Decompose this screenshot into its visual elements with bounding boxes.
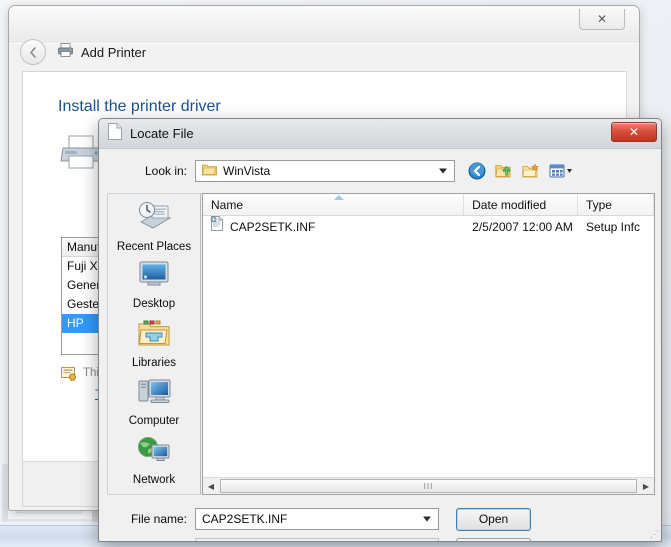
files-of-type-row: Files of type: Setup Information (*.inf)…: [99, 537, 531, 541]
file-name-label: File name:: [130, 512, 187, 526]
file-list-row[interactable]: CAP2SETK.INF 2/5/2007 12:00 AM Setup Inf…: [203, 216, 654, 238]
places-item-label: Recent Places: [116, 241, 192, 253]
scroll-right-button[interactable]: ▶: [638, 479, 654, 494]
add-printer-close-button[interactable]: ✕: [579, 9, 625, 30]
sort-ascending-icon: [334, 195, 344, 200]
locate-file-dialog: Locate File ✕ Look in: WinVista Recent P…: [98, 118, 662, 542]
file-date-cell: 2/5/2007 12:00 AM: [472, 220, 573, 234]
places-bar: Recent Places Desktop Libraries Computer…: [107, 193, 201, 495]
cancel-button[interactable]: Cancel: [456, 537, 531, 541]
computer-icon: [136, 376, 172, 413]
look-in-label: Look in:: [144, 164, 187, 178]
places-item-label: Desktop: [132, 297, 176, 310]
file-name-row: File name: CAP2SETK.INF Open: [99, 507, 531, 531]
places-item-network[interactable]: Network: [109, 435, 199, 492]
locate-file-title: Locate File: [130, 126, 194, 141]
up-one-level-icon[interactable]: [494, 161, 514, 181]
views-icon[interactable]: [548, 161, 574, 181]
places-item-recent-places[interactable]: Recent Places: [109, 200, 199, 257]
close-icon[interactable]: ✕: [611, 122, 657, 142]
look-in-row: Look in: WinVista: [99, 158, 661, 184]
back-icon[interactable]: [467, 161, 487, 181]
libraries-icon: [136, 318, 172, 355]
places-item-libraries[interactable]: Libraries: [109, 318, 199, 375]
file-name-text: CAP2SETK.INF: [230, 220, 316, 234]
files-of-type-select[interactable]: Setup Information (*.inf): [195, 538, 439, 541]
open-button[interactable]: Open: [456, 507, 531, 531]
places-item-label: Network: [132, 474, 176, 487]
locate-file-titlebar[interactable]: Locate File ✕: [99, 119, 661, 149]
chevron-down-icon[interactable]: [423, 516, 431, 522]
column-header-type[interactable]: Type: [578, 194, 654, 215]
desktop-icon: [136, 259, 172, 296]
page-title: Install the printer driver: [58, 98, 221, 115]
add-printer-title: Add Printer: [81, 44, 147, 60]
places-item-label: Computer: [128, 415, 180, 428]
scroll-left-button[interactable]: ◀: [203, 479, 219, 494]
network-icon: [136, 435, 172, 472]
inf-file-icon: [210, 216, 224, 238]
file-name-value: CAP2SETK.INF: [202, 512, 288, 526]
file-icon: [108, 122, 122, 145]
printer-driver-icon: [59, 134, 103, 179]
file-dialog-toolbar: [467, 161, 574, 181]
column-header-date-modified[interactable]: Date modified: [464, 194, 578, 215]
file-type-cell: Setup Infc: [585, 220, 641, 234]
horizontal-scrollbar[interactable]: ◀ III ▶: [203, 477, 654, 494]
resize-grip[interactable]: ⋰: [650, 529, 659, 540]
look-in-combobox[interactable]: WinVista: [195, 160, 455, 182]
add-printer-navigation-bar: Add Printer: [9, 35, 639, 69]
printer-icon: [57, 42, 74, 63]
file-name-cell: CAP2SETK.INF: [203, 216, 464, 238]
places-item-desktop[interactable]: Desktop: [109, 259, 199, 316]
chevron-down-icon[interactable]: [439, 168, 447, 174]
recent-places-icon: [136, 200, 172, 239]
back-arrow-icon[interactable]: [20, 39, 46, 65]
file-list[interactable]: Name Date modified Type CAP2SETK.INF 2/5…: [202, 193, 655, 495]
places-item-computer[interactable]: Computer: [109, 376, 199, 433]
locate-file-body: Look in: WinVista Recent Places Desktop …: [99, 149, 661, 541]
new-folder-icon[interactable]: [521, 161, 541, 181]
look-in-value: WinVista: [223, 164, 271, 178]
certificate-icon: [61, 367, 77, 384]
file-list-columns: Name Date modified Type: [203, 194, 654, 216]
folder-icon: [202, 163, 217, 179]
places-item-label: Libraries: [131, 356, 177, 369]
file-name-input[interactable]: CAP2SETK.INF: [195, 508, 439, 530]
scrollbar-thumb[interactable]: III: [220, 479, 637, 493]
